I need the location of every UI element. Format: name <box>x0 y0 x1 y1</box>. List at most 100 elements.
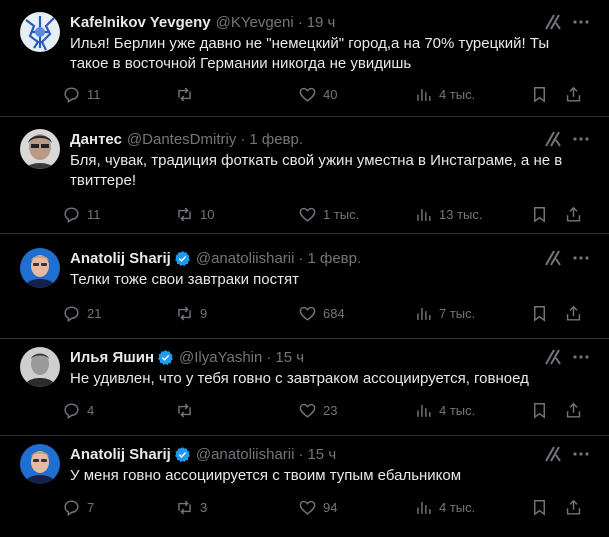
reply-button[interactable]: 11 <box>62 204 101 224</box>
views-count: 4 тыс. <box>439 402 476 418</box>
author-handle[interactable]: @DantesDmitriy <box>127 131 236 148</box>
grok-icon[interactable] <box>543 248 563 268</box>
share-button[interactable] <box>564 497 583 517</box>
views-button[interactable]: 4 тыс. <box>414 400 475 420</box>
grok-icon[interactable] <box>543 347 563 367</box>
separator-dot: · <box>297 13 303 31</box>
repost-count: 10 <box>200 206 215 222</box>
repost-button[interactable]: 10 <box>175 204 214 224</box>
author-name[interactable]: Илья Яшин <box>70 349 154 366</box>
repost-button[interactable] <box>175 400 200 420</box>
bookmark-button[interactable] <box>530 303 549 323</box>
avatar[interactable] <box>20 444 60 484</box>
reply-button[interactable]: 21 <box>62 303 101 323</box>
share-button[interactable] <box>564 400 583 420</box>
views-button[interactable]: 13 тыс. <box>414 204 482 224</box>
bookmark-icon <box>534 402 545 419</box>
tweet-text: Илья! Берлин уже давно не "немецкий" гор… <box>70 35 550 72</box>
bookmark-button[interactable] <box>530 84 549 104</box>
like-count: 684 <box>323 305 345 321</box>
views-icon <box>417 88 431 101</box>
reply-count: 11 <box>87 206 101 222</box>
author-name[interactable]: Anatolij Sharij <box>70 446 171 463</box>
author-name[interactable]: Anatolij Sharij <box>70 250 171 267</box>
views-count: 13 тыс. <box>439 206 483 222</box>
views-count: 7 тыс. <box>439 305 476 321</box>
share-icon <box>566 206 581 222</box>
grok-icon[interactable] <box>543 129 563 149</box>
views-icon <box>417 307 431 320</box>
views-icon <box>417 404 431 417</box>
repost-icon <box>178 207 191 221</box>
like-count: 1 тыс. <box>323 206 360 222</box>
repost-button[interactable] <box>175 84 200 104</box>
verified-badge-icon <box>174 446 190 462</box>
reply-icon <box>64 305 79 322</box>
bookmark-icon <box>534 206 545 223</box>
bookmark-button[interactable] <box>530 400 549 420</box>
reply-button[interactable]: 7 <box>62 497 94 517</box>
like-count: 23 <box>323 402 338 418</box>
like-icon <box>299 306 316 321</box>
avatar[interactable] <box>20 12 60 52</box>
timestamp[interactable]: 15 ч <box>275 349 304 366</box>
reply-thread: Kafelnikov Yevgeny @KYevgeni · 19 ч Илья… <box>0 0 609 537</box>
more-icon[interactable] <box>571 129 591 149</box>
like-button[interactable]: 40 <box>298 84 337 104</box>
tweet[interactable]: Anatolij Sharij @anatoliisharii · 1 февр… <box>0 234 609 339</box>
like-button[interactable]: 94 <box>298 497 337 517</box>
reply-count: 21 <box>87 305 102 321</box>
more-icon[interactable] <box>571 12 591 32</box>
author-name[interactable]: Kafelnikov Yevgeny <box>70 14 211 31</box>
author-handle[interactable]: @anatoliisharii <box>196 250 295 267</box>
bookmark-button[interactable] <box>530 204 549 224</box>
separator-dot: · <box>240 130 246 148</box>
views-count: 4 тыс. <box>439 86 476 102</box>
views-button[interactable]: 7 тыс. <box>414 303 475 323</box>
author-handle[interactable]: @KYevgeni <box>216 14 294 31</box>
share-icon <box>566 305 581 321</box>
reply-button[interactable]: 11 <box>62 84 101 104</box>
reply-icon <box>64 499 79 516</box>
share-button[interactable] <box>564 84 583 104</box>
avatar[interactable] <box>20 347 60 387</box>
avatar[interactable] <box>20 248 60 288</box>
tweet[interactable]: Kafelnikov Yevgeny @KYevgeni · 19 ч Илья… <box>0 0 609 117</box>
like-icon <box>299 403 316 418</box>
like-button[interactable]: 1 тыс. <box>298 204 359 224</box>
avatar[interactable] <box>20 129 60 169</box>
timestamp[interactable]: 1 февр. <box>307 250 361 267</box>
grok-icon[interactable] <box>543 444 563 464</box>
share-button[interactable] <box>564 204 583 224</box>
share-icon <box>566 499 581 515</box>
repost-button[interactable]: 3 <box>175 497 207 517</box>
like-count: 40 <box>323 86 338 102</box>
tweet[interactable]: Дантес @DantesDmitriy · 1 февр. Бля, чув… <box>0 117 609 234</box>
tweet[interactable]: Илья Яшин @IlyaYashin · 15 ч Не удивлен,… <box>0 339 609 436</box>
author-handle[interactable]: @anatoliisharii <box>196 446 295 463</box>
views-button[interactable]: 4 тыс. <box>414 84 475 104</box>
repost-icon <box>178 87 191 101</box>
more-icon[interactable] <box>571 347 591 367</box>
tweet-text: Бля, чувак, традиция фоткать свой ужин у… <box>70 152 563 189</box>
share-button[interactable] <box>564 303 583 323</box>
separator-dot: · <box>266 348 272 366</box>
reply-icon <box>64 206 79 223</box>
views-button[interactable]: 4 тыс. <box>414 497 475 517</box>
tweet-text: Не удивлен, что у тебя говно с завтраком… <box>70 370 529 387</box>
author-name[interactable]: Дантес <box>70 131 122 148</box>
author-handle[interactable]: @IlyaYashin <box>179 349 262 366</box>
tweet[interactable]: Anatolij Sharij @anatoliisharii · 15 ч У… <box>0 436 609 537</box>
like-button[interactable]: 684 <box>298 303 345 323</box>
reply-button[interactable]: 4 <box>62 400 94 420</box>
like-button[interactable]: 23 <box>298 400 337 420</box>
grok-icon[interactable] <box>543 12 563 32</box>
timestamp[interactable]: 1 февр. <box>249 131 303 148</box>
more-icon[interactable] <box>571 444 591 464</box>
repost-button[interactable]: 9 <box>175 303 207 323</box>
more-icon[interactable] <box>571 248 591 268</box>
timestamp[interactable]: 19 ч <box>307 14 336 31</box>
separator-dot: · <box>298 249 304 267</box>
bookmark-button[interactable] <box>530 497 549 517</box>
timestamp[interactable]: 15 ч <box>307 446 336 463</box>
